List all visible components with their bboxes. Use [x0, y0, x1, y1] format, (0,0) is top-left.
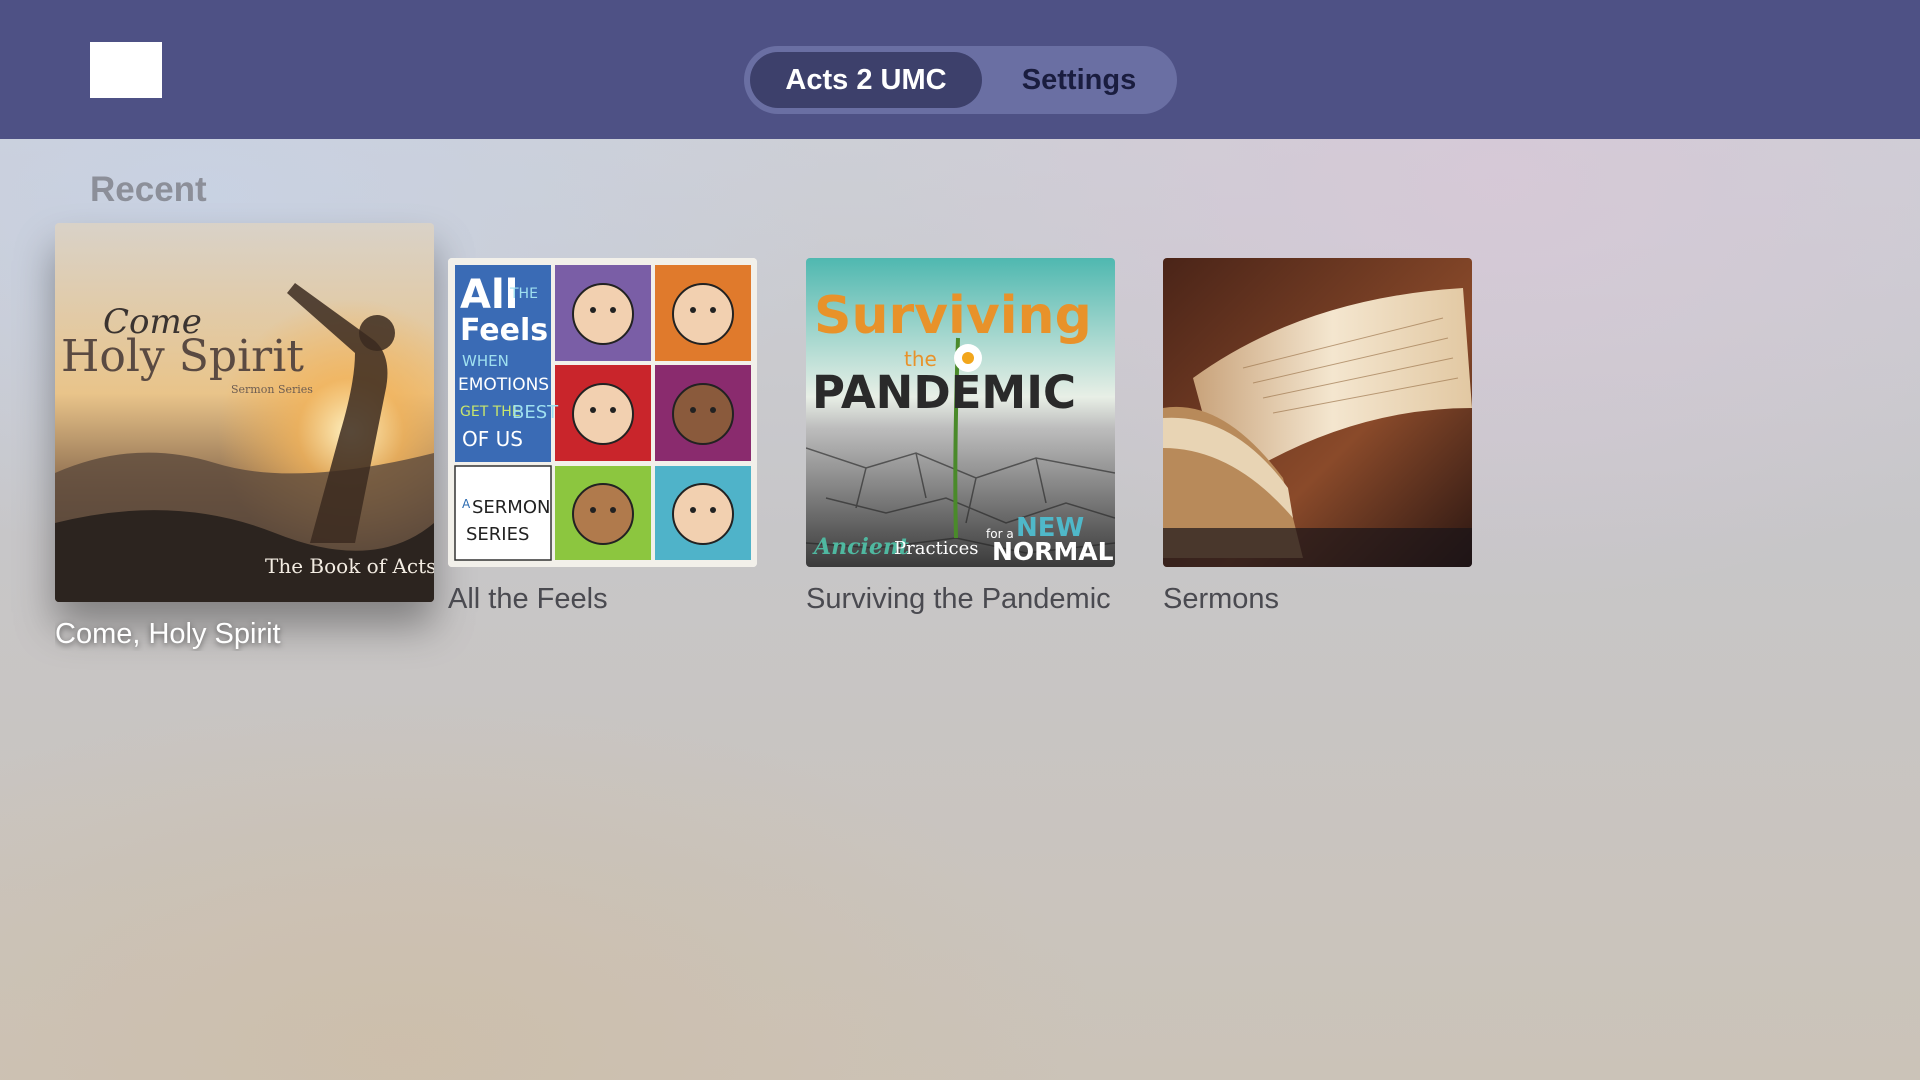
top-navigation-bar: Acts 2 UMC Settings	[0, 0, 1920, 139]
svg-text:NORMAL: NORMAL	[992, 537, 1114, 566]
tab-settings[interactable]: Settings	[988, 52, 1170, 108]
cracked-earth-flower-image: Surviving the PANDEMIC Ancient Practices…	[806, 258, 1115, 567]
card-label: Sermons	[1163, 583, 1280, 615]
sunset-prayer-image: Come Holy Spirit Sermon Series The Book …	[55, 223, 434, 602]
card-sermons[interactable]: Sermons	[1163, 258, 1472, 628]
app-logo	[90, 42, 162, 98]
emotion-faces-image: All THE Feels WHEN EMOTIONS GET THE BEST…	[448, 258, 757, 567]
artwork-surviving-the-pandemic: Surviving the PANDEMIC Ancient Practices…	[806, 258, 1115, 567]
svg-text:THE: THE	[509, 286, 538, 302]
art-text-sermon-series: Sermon Series	[231, 383, 313, 396]
svg-text:EMOTIONS: EMOTIONS	[458, 375, 549, 395]
art-text-book-of-acts: The Book of Acts	[265, 554, 434, 578]
svg-text:Surviving: Surviving	[814, 286, 1092, 346]
card-come-holy-spirit[interactable]: Come Holy Spirit Sermon Series The Book …	[55, 223, 434, 663]
svg-text:SERMON: SERMON	[472, 497, 550, 518]
svg-text:BEST: BEST	[512, 402, 559, 423]
svg-text:PANDEMIC: PANDEMIC	[812, 366, 1076, 419]
tab-bar: Acts 2 UMC Settings	[744, 46, 1177, 114]
artwork-come-holy-spirit: Come Holy Spirit Sermon Series The Book …	[55, 223, 434, 602]
open-bible-image	[1163, 258, 1472, 567]
svg-text:WHEN: WHEN	[462, 352, 509, 370]
tab-acts-2-umc[interactable]: Acts 2 UMC	[750, 52, 982, 108]
svg-text:A: A	[462, 497, 471, 511]
artwork-sermons	[1163, 258, 1472, 567]
svg-text:OF US: OF US	[462, 427, 523, 451]
svg-text:SERIES: SERIES	[466, 524, 529, 545]
card-all-the-feels[interactable]: All THE Feels WHEN EMOTIONS GET THE BEST…	[448, 258, 757, 628]
svg-text:Practices: Practices	[894, 538, 979, 559]
section-title-recent: Recent	[90, 170, 207, 209]
artwork-all-the-feels: All THE Feels WHEN EMOTIONS GET THE BEST…	[448, 258, 757, 567]
svg-text:Feels: Feels	[460, 313, 548, 348]
card-surviving-the-pandemic[interactable]: Surviving the PANDEMIC Ancient Practices…	[806, 258, 1115, 628]
art-text-holy-spirit: Holy Spirit	[61, 331, 304, 382]
card-label: Surviving the Pandemic	[806, 583, 1111, 615]
card-label: All the Feels	[448, 583, 608, 615]
card-label: Come, Holy Spirit	[55, 618, 281, 650]
